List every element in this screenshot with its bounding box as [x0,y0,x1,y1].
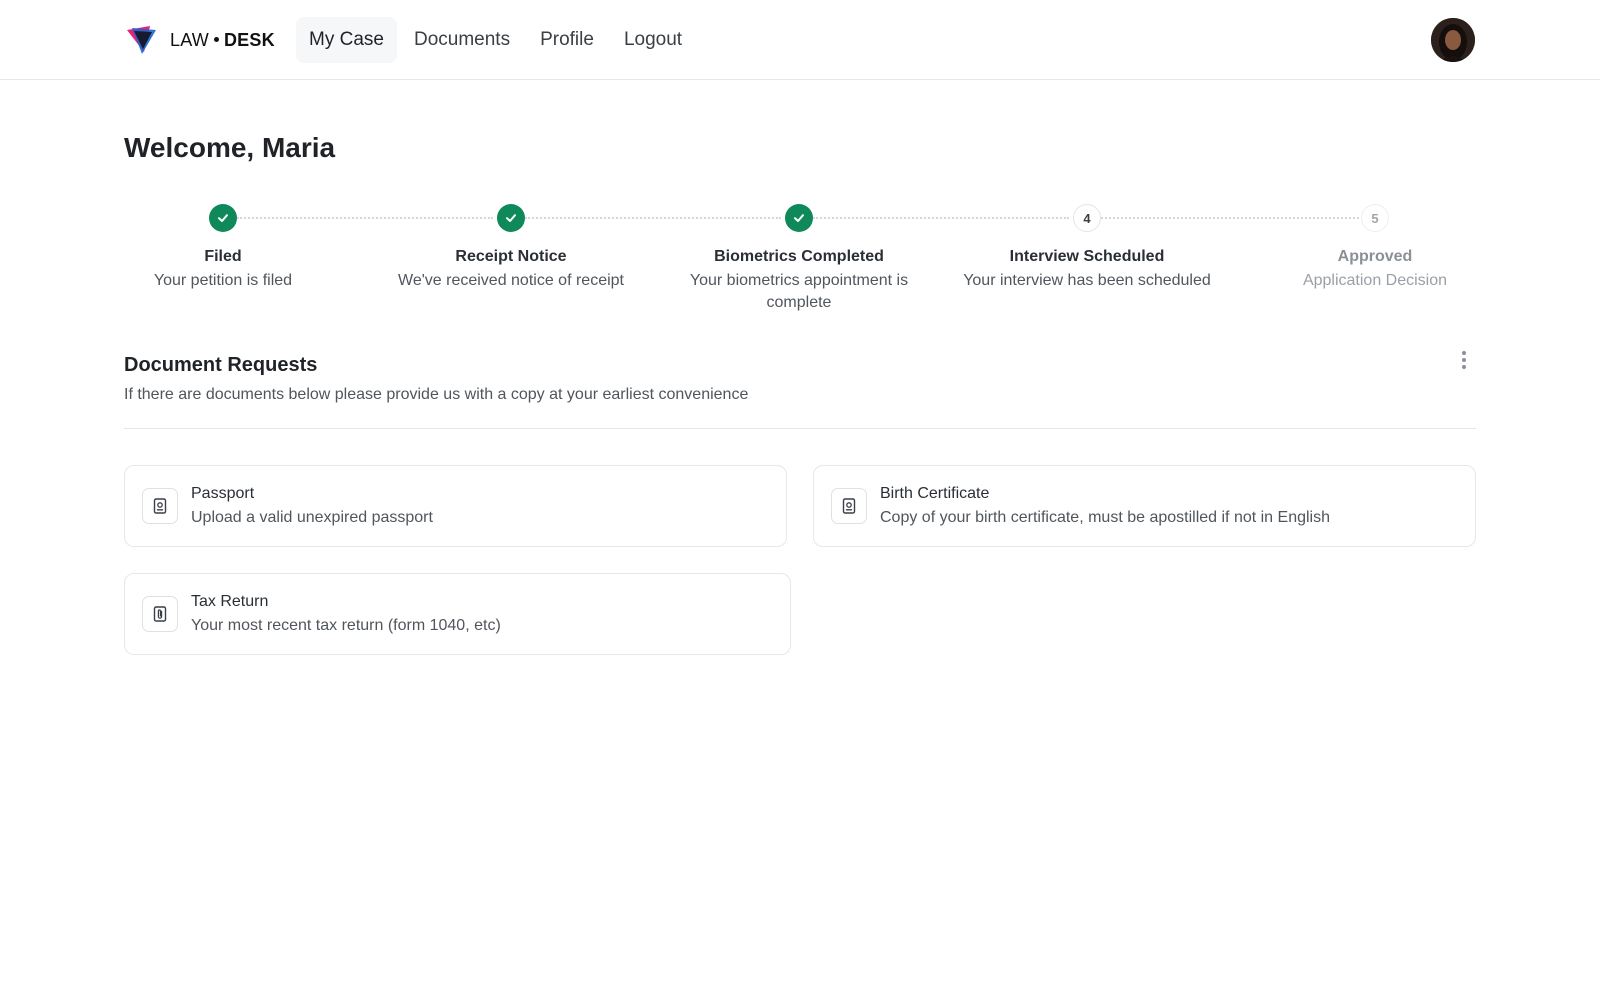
passport-icon [142,488,178,524]
step-number: 4 [1073,204,1101,232]
user-avatar-image [1431,18,1475,62]
step-filed: Filed Your petition is filed [93,204,353,292]
section-description: If there are documents below please prov… [124,386,749,403]
check-icon [497,204,525,232]
document-description: Copy of your birth certificate, must be … [880,509,1330,526]
user-avatar[interactable] [1431,18,1475,62]
brand-wordmark: LAW DESK [170,30,275,51]
step-receipt-notice: Receipt Notice We've received notice of … [381,204,641,292]
document-title: Passport [191,485,255,502]
paperclip-document-icon [142,596,178,632]
document-request-passport[interactable]: Passport Upload a valid unexpired passpo… [124,465,787,547]
top-header: LAW DESK My Case Documents Profile Logout [0,0,1600,80]
section-title: Document Requests [124,354,318,376]
step-description: Your interview has been scheduled [963,272,1211,289]
check-icon [209,204,237,232]
nav-profile[interactable]: Profile [527,17,607,63]
document-description: Upload a valid unexpired passport [191,509,433,526]
document-title: Tax Return [191,593,269,610]
step-title: Approved [1337,248,1413,265]
case-progress-stepper: Filed Your petition is filed Receipt Not… [124,204,1476,324]
step-biometrics-completed: Biometrics Completed Your biometrics app… [679,204,919,314]
step-title: Interview Scheduled [1009,248,1165,265]
brand-logo[interactable]: LAW DESK [124,22,275,58]
check-icon [785,204,813,232]
step-interview-scheduled: 4 Interview Scheduled Your interview has… [957,204,1217,292]
document-request-tax-return[interactable]: Tax Return Your most recent tax return (… [124,573,791,655]
nav-documents[interactable]: Documents [401,17,523,63]
brand-separator-dot [213,36,219,42]
page-title: Welcome, Maria [124,132,336,163]
step-description: Your petition is filed [153,272,293,289]
document-request-birth-certificate[interactable]: Birth Certificate Copy of your birth cer… [813,465,1476,547]
section-divider [124,428,1476,429]
document-description: Your most recent tax return (form 1040, … [191,617,501,634]
nav-my-case[interactable]: My Case [296,17,397,63]
document-title: Birth Certificate [880,485,990,502]
main-nav: My Case Documents Profile Logout [296,17,695,63]
step-approved: 5 Approved Application Decision [1245,204,1505,292]
nav-logout[interactable]: Logout [611,17,695,63]
brand-word-desk: DESK [223,29,275,50]
step-description: Application Decision [1302,272,1448,289]
brand-logo-icon [127,26,156,54]
more-options-icon[interactable] [1452,348,1476,372]
step-description: We've received notice of receipt [398,272,624,289]
step-number: 5 [1361,204,1389,232]
step-description: Your biometrics appointment is complete [689,272,909,311]
step-title: Biometrics Completed [714,248,884,265]
step-title: Receipt Notice [455,248,567,265]
passport-icon [831,488,867,524]
brand-word-law: LAW [170,29,209,50]
step-title: Filed [204,248,242,265]
